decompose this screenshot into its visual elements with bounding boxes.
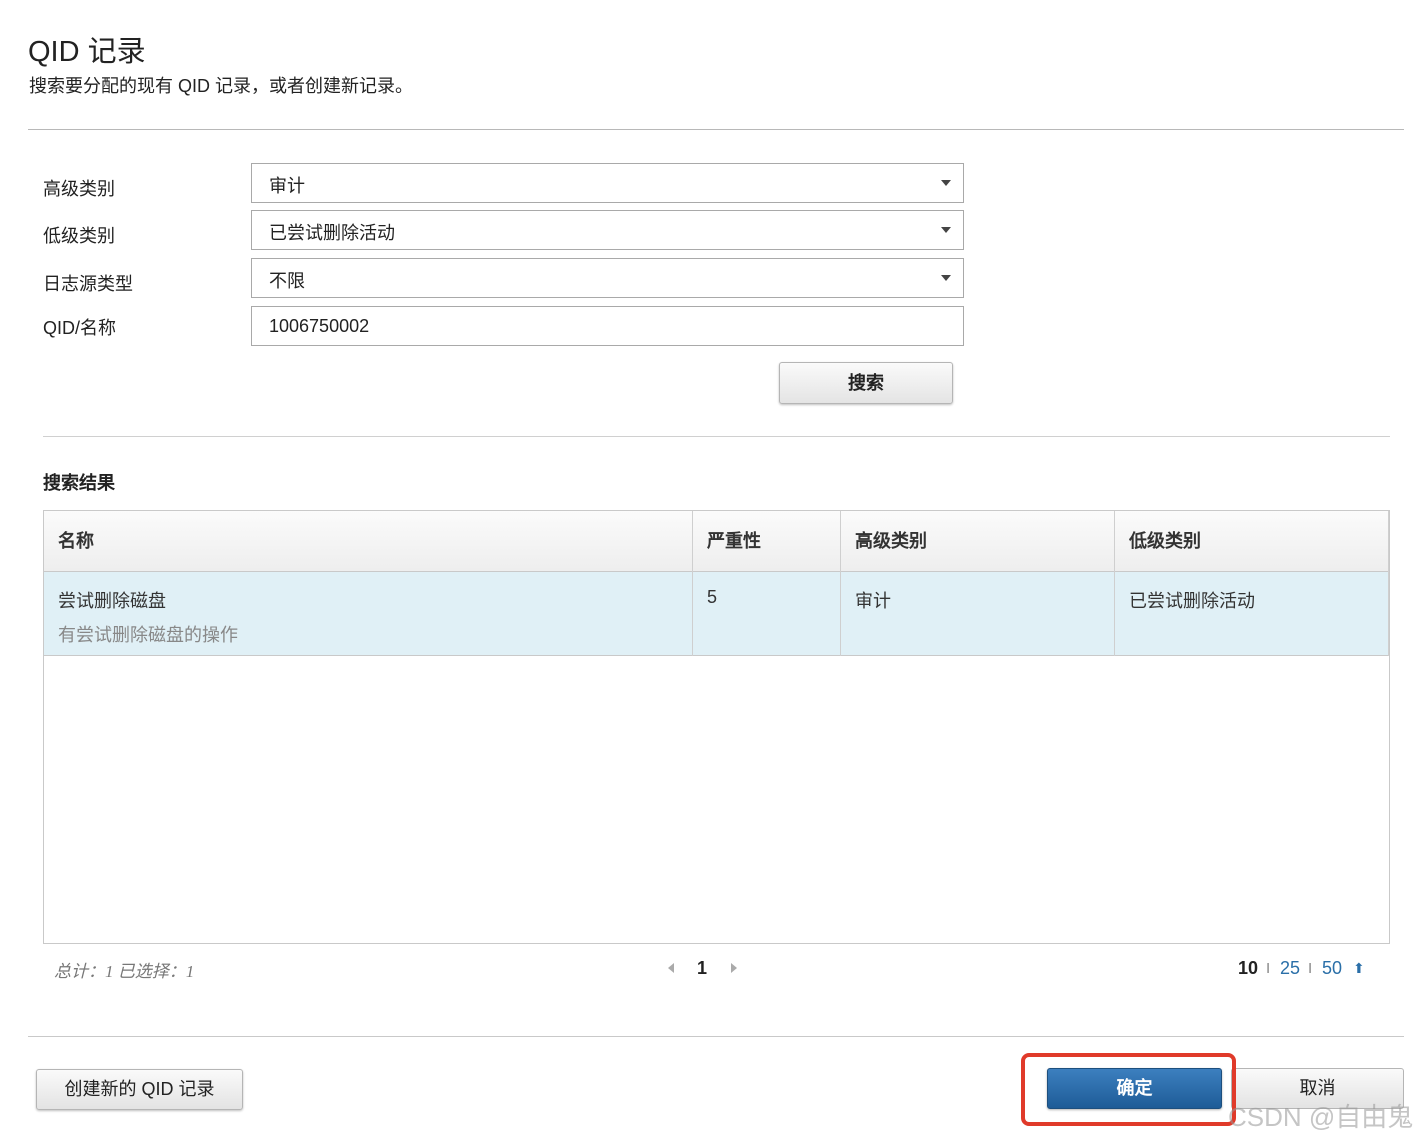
cell-severity: 5 xyxy=(693,572,841,656)
column-header-low-category[interactable]: 低级类别 xyxy=(1115,511,1389,572)
low-category-select[interactable]: 已尝试删除活动 xyxy=(251,210,964,250)
log-source-type-label: 日志源类型 xyxy=(43,274,133,294)
results-title: 搜索结果 xyxy=(43,473,115,493)
create-qid-record-button[interactable]: 创建新的 QID 记录 xyxy=(36,1069,243,1110)
cell-name: 尝试删除磁盘 有尝试删除磁盘的操作 xyxy=(44,572,693,656)
high-category-value: 审计 xyxy=(269,176,305,196)
divider xyxy=(28,1036,1404,1037)
qid-name-label: QID/名称 xyxy=(43,318,117,338)
high-category-select[interactable]: 审计 xyxy=(251,163,964,203)
low-category-value: 已尝试删除活动 xyxy=(269,223,395,243)
total-selected-text: 总计：1 已选择：1 xyxy=(54,962,195,981)
column-header-high-category[interactable]: 高级类别 xyxy=(841,511,1115,572)
qid-name-input[interactable] xyxy=(251,306,964,346)
dropdown-arrow-icon xyxy=(941,227,951,233)
column-header-name[interactable]: 名称 xyxy=(44,511,693,572)
column-header-severity[interactable]: 严重性 xyxy=(693,511,841,572)
dropdown-arrow-icon xyxy=(941,275,951,281)
divider xyxy=(28,129,1404,130)
row-description: 有尝试删除磁盘的操作 xyxy=(58,625,238,645)
row-name: 尝试删除磁盘 xyxy=(58,591,166,611)
high-category-label: 高级类别 xyxy=(43,179,115,199)
low-category-label: 低级类别 xyxy=(43,226,115,246)
results-table: 名称 严重性 高级类别 低级类别 尝试删除磁盘 有尝试删除磁盘的操作 5 审计 … xyxy=(43,510,1390,944)
arrow-up-icon[interactable]: ⬆ xyxy=(1353,960,1365,977)
page-size-50[interactable]: 50 xyxy=(1322,958,1342,979)
page-size-25[interactable]: 25 xyxy=(1280,958,1300,979)
prev-page-icon[interactable] xyxy=(668,963,674,973)
current-page: 1 xyxy=(697,958,708,978)
log-source-type-value: 不限 xyxy=(269,271,305,291)
log-source-type-select[interactable]: 不限 xyxy=(251,258,964,298)
watermark: CSDN @自由鬼 xyxy=(1228,1102,1414,1132)
page-size-separator: I xyxy=(1266,960,1271,977)
table-header: 名称 严重性 高级类别 低级类别 xyxy=(44,511,1389,572)
next-page-icon[interactable] xyxy=(731,963,737,973)
cell-high-category: 审计 xyxy=(841,572,1115,656)
table-row[interactable]: 尝试删除磁盘 有尝试删除磁盘的操作 5 审计 已尝试删除活动 xyxy=(44,572,1389,656)
page-size-separator: I xyxy=(1308,960,1313,977)
search-button[interactable]: 搜索 xyxy=(779,362,953,404)
page-subtitle: 搜索要分配的现有 QID 记录，或者创建新记录。 xyxy=(29,76,414,96)
cell-low-category: 已尝试删除活动 xyxy=(1115,572,1389,656)
divider xyxy=(43,436,1390,437)
dropdown-arrow-icon xyxy=(941,180,951,186)
page-size-10[interactable]: 10 xyxy=(1238,958,1258,979)
highlight-annotation-box xyxy=(1021,1053,1236,1126)
page-title: QID 记录 xyxy=(28,36,146,68)
